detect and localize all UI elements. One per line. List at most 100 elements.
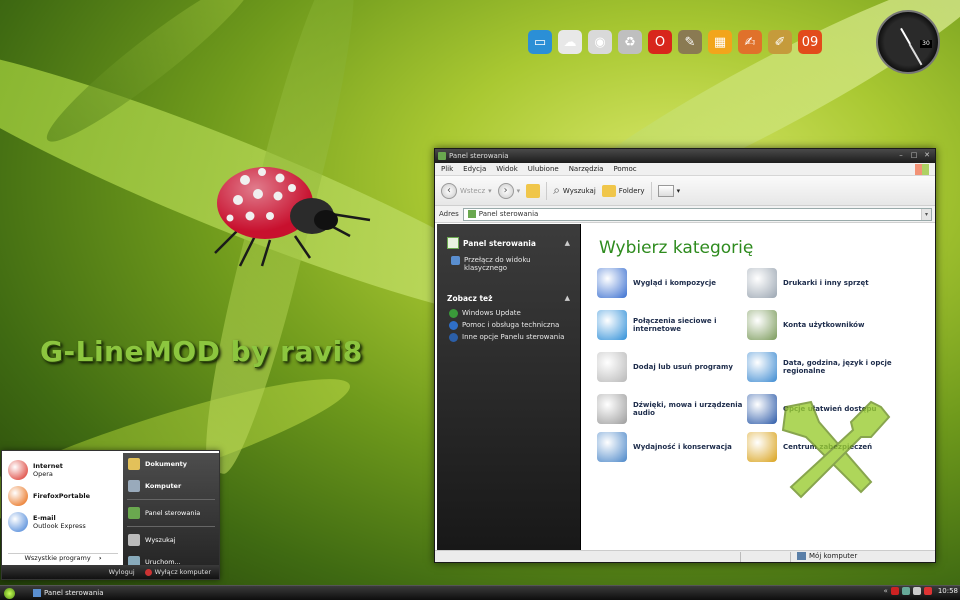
pinned-program[interactable]: E-mail Outlook Express: [4, 509, 122, 535]
disc-icon[interactable]: ◉: [588, 30, 612, 54]
menu-item[interactable]: Narzędzia: [569, 165, 604, 173]
pick-category-heading: Wybierz kategorię: [599, 238, 754, 258]
folders-icon: [601, 184, 616, 197]
status-separator: [790, 552, 791, 562]
tray-volume-icon[interactable]: [912, 587, 921, 595]
pinned-program-title: E-mail: [33, 514, 56, 522]
start-button[interactable]: [4, 588, 15, 599]
shutdown-button[interactable]: Wyłącz komputer: [144, 568, 211, 576]
toolbar: ‹ Wstecz ▾ › ▾ ⌕ Wyszukaj Foldery ▾: [435, 176, 935, 206]
all-programs-button[interactable]: Wszystkie programy ›: [8, 553, 118, 563]
folders-button[interactable]: Foldery: [601, 184, 645, 197]
category-link[interactable]: Dodaj lub usuń programy: [597, 352, 747, 382]
my-computer-icon: [797, 552, 806, 560]
all-programs-label: Wszystkie programy: [24, 554, 91, 562]
shutdown-label: Wyłącz komputer: [154, 568, 211, 576]
close-button[interactable]: ✕: [922, 151, 932, 160]
see-also-link[interactable]: Inne opcje Panelu sterowania: [437, 333, 580, 342]
see-also-label: Pomoc i obsługa techniczna: [462, 321, 560, 329]
pinned-program[interactable]: Internet Opera: [4, 457, 122, 483]
panel-section-header[interactable]: Panel sterowania ▲: [437, 234, 580, 252]
menu-separator: [127, 526, 215, 527]
start-menu-place[interactable]: Dokumenty: [123, 453, 219, 475]
panel-section-title: Panel sterowania: [463, 238, 536, 248]
monitor-icon[interactable]: ▭: [528, 30, 552, 54]
search-icon: ⌕: [553, 183, 560, 197]
start-menu-place[interactable]: Panel sterowania: [123, 502, 219, 524]
status-location: Mój komputer: [797, 552, 857, 560]
pinned-program-text: Internet Opera: [33, 462, 63, 478]
see-also-link[interactable]: Windows Update: [437, 309, 580, 318]
taskbar-button-control-panel[interactable]: Panel sterowania: [33, 587, 183, 599]
pinned-program[interactable]: FirefoxPortable: [4, 483, 122, 509]
tray-clock[interactable]: 10:58: [938, 587, 958, 595]
classic-view-icon: [451, 256, 460, 265]
logoff-button[interactable]: Wyloguj: [109, 568, 135, 576]
category-link[interactable]: Połączenia sieciowe i internetowe: [597, 310, 747, 340]
computer-icon: [128, 480, 140, 492]
start-menu-place[interactable]: Wyszukaj: [123, 529, 219, 551]
brush-icon[interactable]: ✐: [768, 30, 792, 54]
tray-expand-icon[interactable]: «: [884, 587, 888, 595]
window-titlebar[interactable]: Panel sterowania – □ ✕: [435, 149, 935, 163]
windows-logo-icon: [915, 164, 929, 175]
recycle-bin-icon[interactable]: ♻: [618, 30, 642, 54]
tray-opera-icon[interactable]: [890, 587, 899, 595]
firefox-icon: [8, 486, 28, 506]
tray-network-icon[interactable]: [901, 587, 910, 595]
chevron-down-icon[interactable]: ▾: [921, 208, 931, 220]
switch-view-link[interactable]: Przełącz do widoku klasycznego: [437, 256, 580, 272]
see-also-section-header[interactable]: Zobacz też ▲: [437, 289, 580, 307]
search-label: Wyszukaj: [562, 186, 596, 195]
maximize-button[interactable]: □: [909, 151, 919, 160]
menu-item[interactable]: Edycja: [463, 165, 486, 173]
control-panel-icon: [128, 507, 140, 519]
window-title: Panel sterowania: [449, 152, 509, 160]
menu-item[interactable]: Ulubione: [528, 165, 559, 173]
taskbar: Panel sterowania « 10:58: [0, 585, 960, 600]
category-label: Dźwięki, mowa i urządzenia audio: [633, 401, 743, 417]
category-link[interactable]: Data, godzina, język i opcje regionalne: [747, 352, 897, 382]
opera-icon[interactable]: O: [648, 30, 672, 54]
see-also-list: Windows Update Pomoc i obsługa techniczna…: [437, 309, 580, 342]
category-link[interactable]: Wydajność i konserwacja: [597, 432, 747, 462]
system-tray: « 10:58: [884, 587, 958, 595]
search-button[interactable]: ⌕ Wyszukaj: [553, 183, 596, 198]
chevron-up-icon: ▲: [564, 239, 570, 247]
printer-icon: [747, 268, 777, 298]
see-also-label: Inne opcje Panelu sterowania: [462, 333, 565, 341]
taskbar-button-label: Panel sterowania: [44, 589, 104, 597]
gimp-icon[interactable]: ✎: [678, 30, 702, 54]
forward-button[interactable]: › ▾: [497, 182, 521, 199]
clock-hour-hand: [900, 27, 911, 45]
chevron-down-icon: ▾: [516, 186, 521, 195]
up-folder-button[interactable]: [526, 183, 541, 198]
search-icon: [128, 534, 140, 546]
status-separator: [740, 552, 741, 562]
status-bar: Mój komputer: [435, 550, 935, 562]
office-icon[interactable]: 09: [798, 30, 822, 54]
tray-security-icon[interactable]: [923, 587, 932, 595]
address-input[interactable]: Panel sterowania ▾: [462, 207, 932, 221]
task-pane: Panel sterowania ▲ Przełącz do widoku kl…: [437, 224, 581, 550]
speaker-icon: [597, 394, 627, 424]
category-link[interactable]: Wygląd i kompozycje: [597, 268, 747, 298]
see-also-title: Zobacz też: [447, 293, 493, 303]
back-button[interactable]: ‹ Wstecz ▾: [441, 182, 492, 199]
see-also-link[interactable]: Pomoc i obsługa techniczna: [437, 321, 580, 330]
cloud-icon[interactable]: ☁: [558, 30, 582, 54]
film-icon[interactable]: ▦: [708, 30, 732, 54]
address-bar: Adres Panel sterowania ▾: [435, 206, 935, 223]
category-link[interactable]: Konta użytkowników: [747, 310, 897, 340]
views-button[interactable]: ▾: [657, 184, 680, 197]
pencil-icon[interactable]: ✍: [738, 30, 762, 54]
menu-item[interactable]: Pomoc: [613, 165, 636, 173]
menu-item[interactable]: Plik: [441, 165, 453, 173]
category-link[interactable]: Drukarki i inny sprzęt: [747, 268, 897, 298]
desktop-watermark: G-LineMOD by ravi8: [40, 335, 363, 368]
menu-item[interactable]: Widok: [496, 165, 518, 173]
category-link[interactable]: Dźwięki, mowa i urządzenia audio: [597, 394, 747, 424]
minimize-button[interactable]: –: [896, 151, 906, 160]
start-menu-place[interactable]: Komputer: [123, 475, 219, 497]
control-panel-icon: [33, 589, 41, 597]
